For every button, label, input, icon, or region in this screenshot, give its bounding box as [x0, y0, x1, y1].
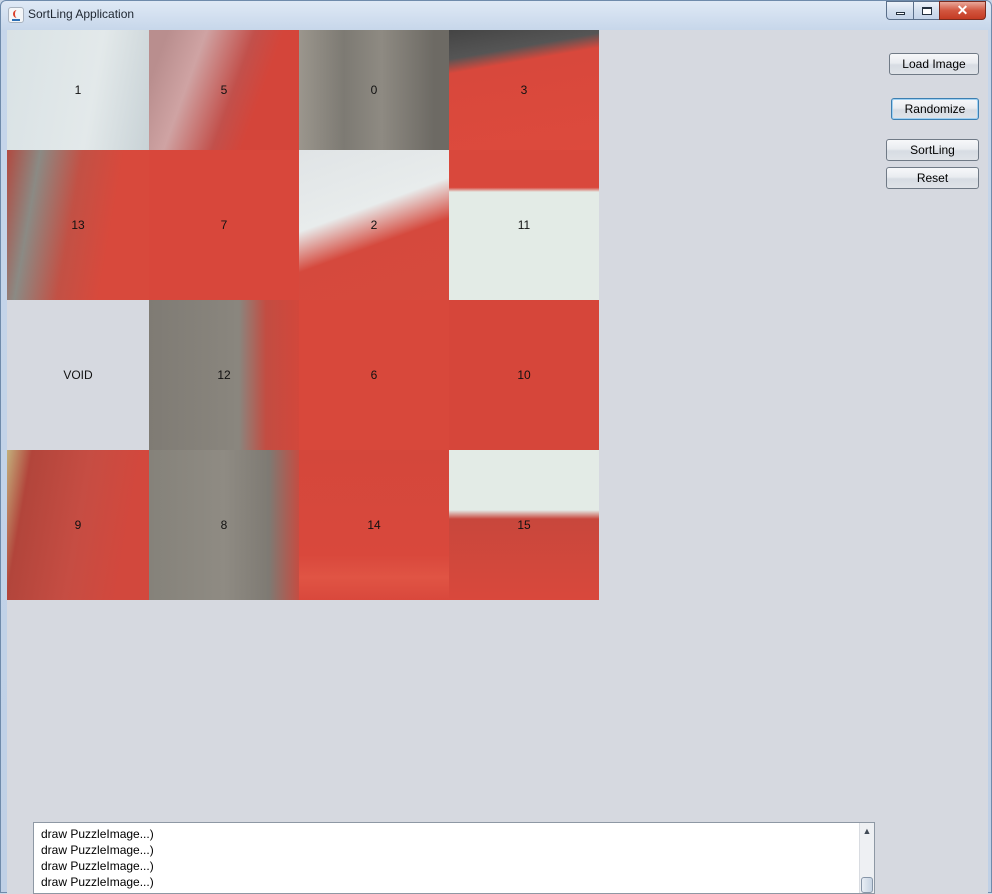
log-lines: draw PuzzleImage...) draw PuzzleImage...… [41, 826, 154, 890]
tile-2[interactable]: 2 [299, 150, 449, 300]
tile-13[interactable]: 13 [7, 150, 149, 300]
close-button[interactable]: ✕ [939, 1, 986, 20]
tile-1[interactable]: 1 [7, 30, 149, 150]
window-controls: ✕ [886, 1, 986, 20]
log-line: draw PuzzleImage...) [41, 827, 154, 841]
tile-label: 12 [217, 368, 231, 382]
tile-label: 0 [370, 83, 378, 97]
tile-label: 3 [520, 83, 528, 97]
load-image-button[interactable]: Load Image [889, 53, 979, 75]
tile-label: 11 [517, 218, 531, 232]
java-app-icon [8, 7, 24, 23]
reset-button[interactable]: Reset [886, 167, 979, 189]
randomize-button[interactable]: Randomize [891, 98, 979, 120]
tile-label: 13 [71, 218, 85, 232]
scroll-up-arrow-icon[interactable]: ▲ [861, 824, 873, 838]
close-icon: ✕ [956, 2, 969, 18]
tile-label: 5 [220, 83, 228, 97]
log-scrollbar[interactable]: ▲ [859, 823, 874, 893]
tile-label: 10 [517, 368, 531, 382]
tile-label: 2 [370, 218, 378, 232]
tile-11[interactable]: 11 [449, 150, 599, 300]
title-bar[interactable]: SortLing Application ✕ [1, 1, 991, 29]
tile-5[interactable]: 5 [149, 30, 299, 150]
scroll-thumb[interactable] [861, 877, 873, 893]
sortling-button[interactable]: SortLing [886, 139, 979, 161]
tile-label: 15 [517, 518, 531, 532]
minimize-icon [895, 12, 905, 15]
tile-label: VOID [63, 368, 93, 382]
tile-label: 7 [220, 218, 228, 232]
minimize-button[interactable] [886, 1, 913, 20]
log-line: draw PuzzleImage...) [41, 859, 154, 873]
tile-label: 14 [367, 518, 381, 532]
app-window: SortLing Application ✕ 1 5 0 3 13 7 2 11… [0, 0, 992, 894]
window-title: SortLing Application [28, 7, 135, 21]
tile-label: 6 [370, 368, 378, 382]
maximize-button[interactable] [913, 1, 939, 20]
log-line: draw PuzzleImage...) [41, 875, 154, 889]
tile-15[interactable]: 15 [449, 450, 599, 600]
tile-label: 9 [74, 518, 82, 532]
maximize-icon [921, 6, 932, 15]
tile-14[interactable]: 14 [299, 450, 449, 600]
puzzle-board: 1 5 0 3 13 7 2 11 VOID 12 6 10 9 8 14 15 [7, 30, 599, 600]
tile-9[interactable]: 9 [7, 450, 149, 600]
tile-label: 8 [220, 518, 228, 532]
tile-label: 1 [74, 83, 82, 97]
log-textarea[interactable]: draw PuzzleImage...) draw PuzzleImage...… [33, 822, 875, 894]
log-line: draw PuzzleImage...) [41, 843, 154, 857]
tile-12[interactable]: 12 [149, 300, 299, 450]
tile-3[interactable]: 3 [449, 30, 599, 150]
tile-6[interactable]: 6 [299, 300, 449, 450]
tile-0[interactable]: 0 [299, 30, 449, 150]
tile-8[interactable]: 8 [149, 450, 299, 600]
tile-10[interactable]: 10 [449, 300, 599, 450]
content-panel: 1 5 0 3 13 7 2 11 VOID 12 6 10 9 8 14 15… [7, 30, 988, 894]
tile-7[interactable]: 7 [149, 150, 299, 300]
tile-void[interactable]: VOID [7, 300, 149, 450]
